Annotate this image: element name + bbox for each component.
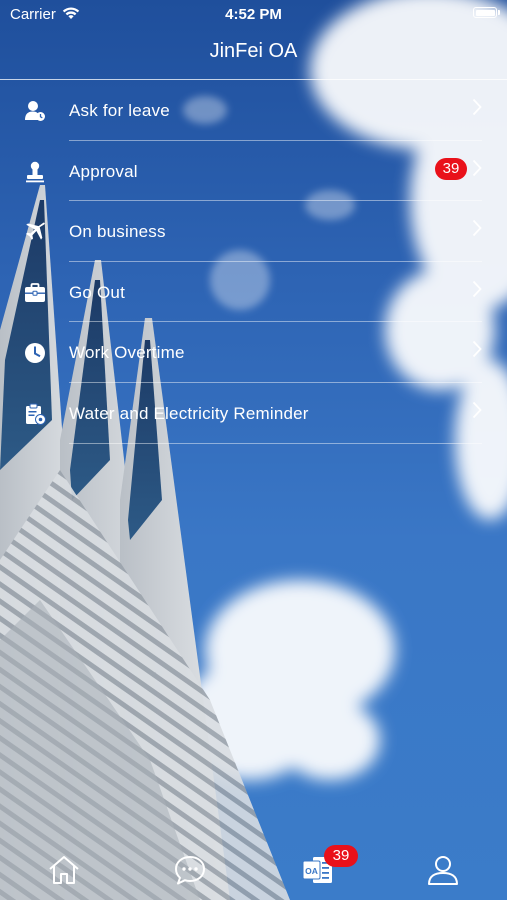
profile-icon [428,856,458,885]
menu-item-label: Approval [69,161,138,181]
airplane-icon [26,222,45,240]
status-time: 4:52 PM [225,6,282,23]
status-bar: Carrier 4:52 PM [0,0,507,28]
clock-icon [25,343,45,364]
menu-item-on-business[interactable]: On business [0,201,507,262]
chat-icon [175,856,205,885]
app-screen: Carrier 4:52 PM JinFei OA Ask for leave [0,0,507,900]
tab-bar: OA [0,840,507,900]
oa-tab-badge: 39 [324,845,358,867]
menu-item-approval[interactable]: Approval 39 [0,141,507,202]
menu-item-label: Work Overtime [69,343,185,363]
nav-bar: JinFei OA [0,28,507,80]
menu-item-water-electricity-reminder[interactable]: Water and Electricity Reminder [0,383,507,444]
chevron-right-icon [472,159,482,176]
menu-item-label: Ask for leave [69,101,170,120]
chevron-right-icon [472,401,482,419]
menu-divider [69,442,482,444]
menu-item-label: Water and Electricity Reminder [69,403,309,423]
menu-item-ask-for-leave[interactable]: Ask for leave [0,80,507,141]
tab-profile[interactable] [423,850,463,890]
home-icon [49,856,79,884]
briefcase-icon [25,282,45,302]
battery-icon [473,7,500,18]
person-clock-icon [25,101,45,121]
tab-home[interactable] [44,850,84,890]
chevron-right-icon [472,280,482,297]
clipboard-gear-icon [26,403,46,425]
chevron-right-icon [472,98,482,116]
stamp-icon [26,161,44,182]
approval-count-badge: 39 [435,157,467,180]
chevron-right-icon [472,341,482,358]
menu-item-work-overtime[interactable]: Work Overtime [0,322,507,383]
page-title: JinFei OA [209,40,298,62]
menu-item-label: On business [69,222,166,242]
menu-item-label: Go Out [69,282,126,302]
oa-icon-text: OA [305,866,318,876]
chevron-right-icon [472,220,482,237]
menu-item-go-out[interactable]: Go Out [0,262,507,323]
tab-messages[interactable] [170,850,210,890]
menu-list: Ask for leave Approval 39 On business Go… [0,80,507,444]
